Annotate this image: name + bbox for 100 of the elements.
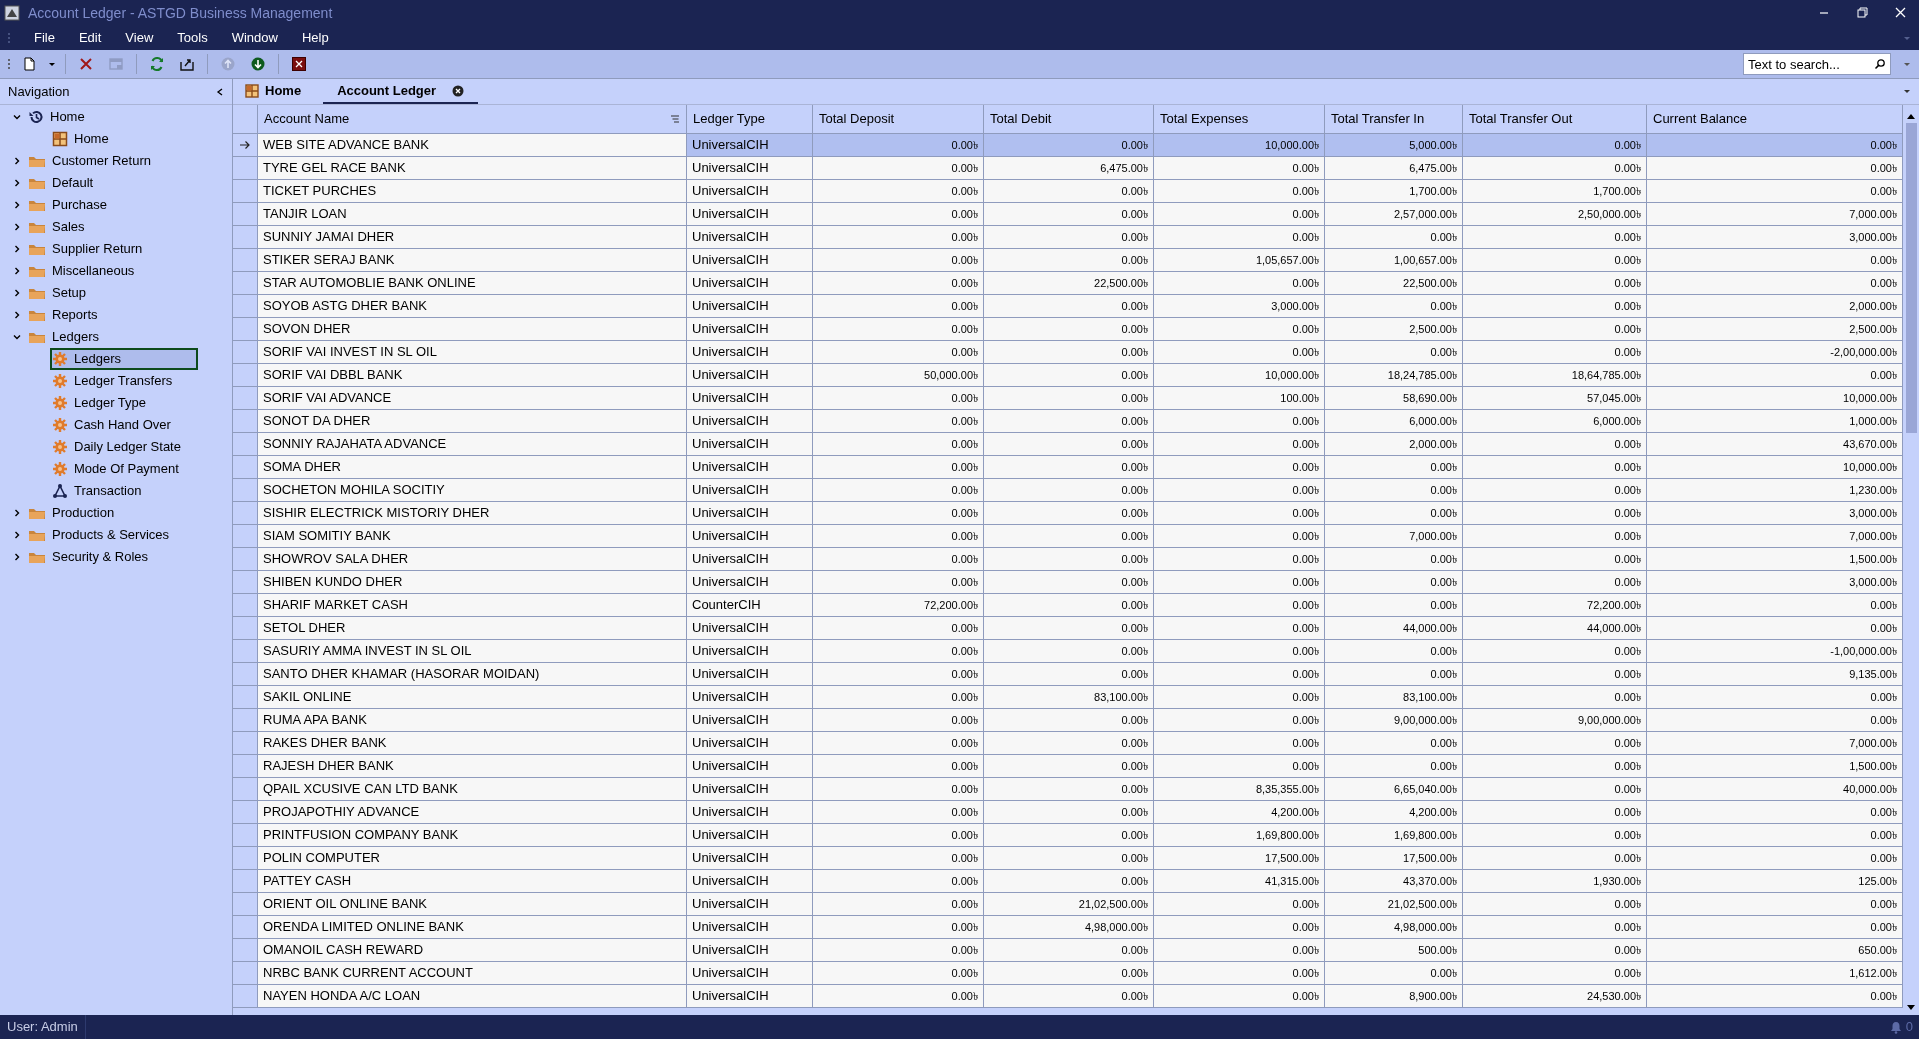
expand-caret-icon[interactable] [12, 332, 22, 342]
delete-icon[interactable] [78, 56, 94, 72]
menu-item[interactable]: Window [219, 27, 290, 49]
table-cell: 1,612.00৳ [1647, 962, 1903, 984]
table-cell: 21,02,500.00৳ [1325, 893, 1463, 915]
collapse-caret-icon[interactable] [12, 156, 22, 166]
gear-icon [52, 395, 68, 411]
table-cell: RAJESH DHER BANK [258, 755, 687, 777]
collapse-caret-icon[interactable] [12, 200, 22, 210]
export-icon[interactable] [179, 56, 195, 72]
table-cell: 0.00৳ [1154, 203, 1325, 225]
bell-icon[interactable] [1889, 1020, 1902, 1034]
tree-item[interactable]: Setup [26, 282, 94, 304]
tree-item[interactable]: Cash Hand Over [50, 414, 179, 436]
tree-item[interactable]: Ledger Type [50, 392, 155, 414]
table-cell: 0.00৳ [813, 916, 984, 938]
table-cell: 0.00৳ [813, 456, 984, 478]
tree-item[interactable]: Home [50, 128, 117, 150]
table-cell: SONOT DA DHER [258, 410, 687, 432]
expand-caret-icon[interactable] [12, 112, 22, 122]
table-cell: 0.00৳ [1325, 732, 1463, 754]
table-cell: 0.00৳ [1647, 249, 1903, 271]
new-document-icon[interactable] [21, 56, 37, 72]
table-cell: 0.00৳ [813, 433, 984, 455]
menu-item[interactable]: Help [289, 27, 341, 49]
tree-item[interactable]: Mode Of Payment [50, 458, 187, 480]
table-cell: 0.00৳ [1647, 824, 1903, 846]
table-cell: 10,000.00৳ [1154, 134, 1325, 156]
table-cell: 0.00৳ [1325, 571, 1463, 593]
table-cell: 0.00৳ [984, 134, 1154, 156]
collapse-caret-icon[interactable] [12, 552, 22, 562]
table-cell: PROJAPOTHIY ADVANCE [258, 801, 687, 823]
table-cell: 0.00৳ [984, 525, 1154, 547]
menu-item[interactable]: Edit [66, 27, 114, 49]
table-cell: 0.00৳ [984, 847, 1154, 869]
search-field[interactable]: Text to search... [1743, 53, 1891, 75]
table-cell: 0.00৳ [984, 456, 1154, 478]
tree-item[interactable]: Security & Roles [26, 546, 157, 568]
tree-item[interactable]: Daily Ledger State [50, 436, 189, 458]
scrollbar-thumb[interactable] [1905, 123, 1917, 433]
tree-item[interactable]: Home [26, 106, 93, 128]
table-cell: SOCHETON MOHILA SOCITIY [258, 479, 687, 501]
collapse-caret-icon[interactable] [12, 288, 22, 298]
gear-icon [52, 417, 68, 433]
table-cell: 50,000.00৳ [813, 364, 984, 386]
scroll-down-icon[interactable] [1906, 1003, 1916, 1011]
table-cell: 0.00৳ [984, 548, 1154, 570]
collapse-caret-icon[interactable] [12, 178, 22, 188]
tree-item[interactable]: Supplier Return [26, 238, 151, 260]
table-cell: 83,100.00৳ [984, 686, 1154, 708]
collapse-caret-icon[interactable] [12, 530, 22, 540]
tree-item[interactable]: Transaction [50, 480, 150, 502]
sort-icon[interactable] [670, 114, 680, 124]
table-cell: UniversalCIH [687, 893, 813, 915]
tree-item[interactable]: Ledgers [50, 348, 198, 370]
table-cell: 0.00৳ [1154, 548, 1325, 570]
table-cell: 0.00৳ [1647, 180, 1903, 202]
collapse-caret-icon[interactable] [12, 310, 22, 320]
table-cell: UniversalCIH [687, 686, 813, 708]
collapse-caret-icon[interactable] [12, 508, 22, 518]
tree-item[interactable]: Sales [26, 216, 93, 238]
table-cell: 0.00৳ [1647, 916, 1903, 938]
close-icon[interactable] [291, 56, 307, 72]
tree-item[interactable]: Products & Services [26, 524, 178, 546]
table-cell: 0.00৳ [984, 571, 1154, 593]
table-cell: 0.00৳ [1154, 617, 1325, 639]
tree-item[interactable]: Customer Return [26, 150, 159, 172]
folder-icon [28, 550, 46, 564]
collapse-caret-icon[interactable] [12, 244, 22, 254]
collapse-caret-icon[interactable] [12, 266, 22, 276]
tree-item[interactable]: Ledger Transfers [50, 370, 181, 392]
table-cell: 0.00৳ [1463, 847, 1647, 869]
tree-item[interactable]: Reports [26, 304, 106, 326]
tab[interactable]: Home [237, 79, 310, 104]
menu-item[interactable]: File [22, 27, 67, 49]
tree-item[interactable]: Production [26, 502, 123, 524]
table-cell: QPAIL XCUSIVE CAN LTD BANK [258, 778, 687, 800]
table-cell: 2,000.00৳ [1647, 295, 1903, 317]
scroll-up-icon[interactable] [1906, 113, 1916, 121]
close-tab-icon[interactable] [452, 84, 465, 97]
table-cell: 0.00৳ [813, 870, 984, 892]
menu-item[interactable]: Tools [165, 27, 220, 49]
tree-item[interactable]: Miscellaneous [26, 260, 143, 282]
table-cell: 4,98,000.00৳ [1325, 916, 1463, 938]
tree-item[interactable]: Purchase [26, 194, 115, 216]
table-cell: 0.00৳ [1154, 157, 1325, 179]
table-cell: PRINTFUSION COMPANY BANK [258, 824, 687, 846]
refresh-icon[interactable] [149, 56, 165, 72]
table-cell: UniversalCIH [687, 180, 813, 202]
table-cell: UniversalCIH [687, 157, 813, 179]
table-cell: 0.00৳ [984, 203, 1154, 225]
collapse-caret-icon[interactable] [12, 222, 22, 232]
collapse-icon[interactable] [216, 86, 224, 97]
tree-item[interactable]: Ledgers [26, 326, 107, 348]
table-cell: 4,200.00৳ [1154, 801, 1325, 823]
menu-item[interactable]: View [113, 27, 166, 49]
table-cell: 0.00৳ [1463, 962, 1647, 984]
tree-item[interactable]: Default [26, 172, 102, 194]
table-cell: 0.00৳ [813, 732, 984, 754]
table-cell: 6,475.00৳ [1325, 157, 1463, 179]
